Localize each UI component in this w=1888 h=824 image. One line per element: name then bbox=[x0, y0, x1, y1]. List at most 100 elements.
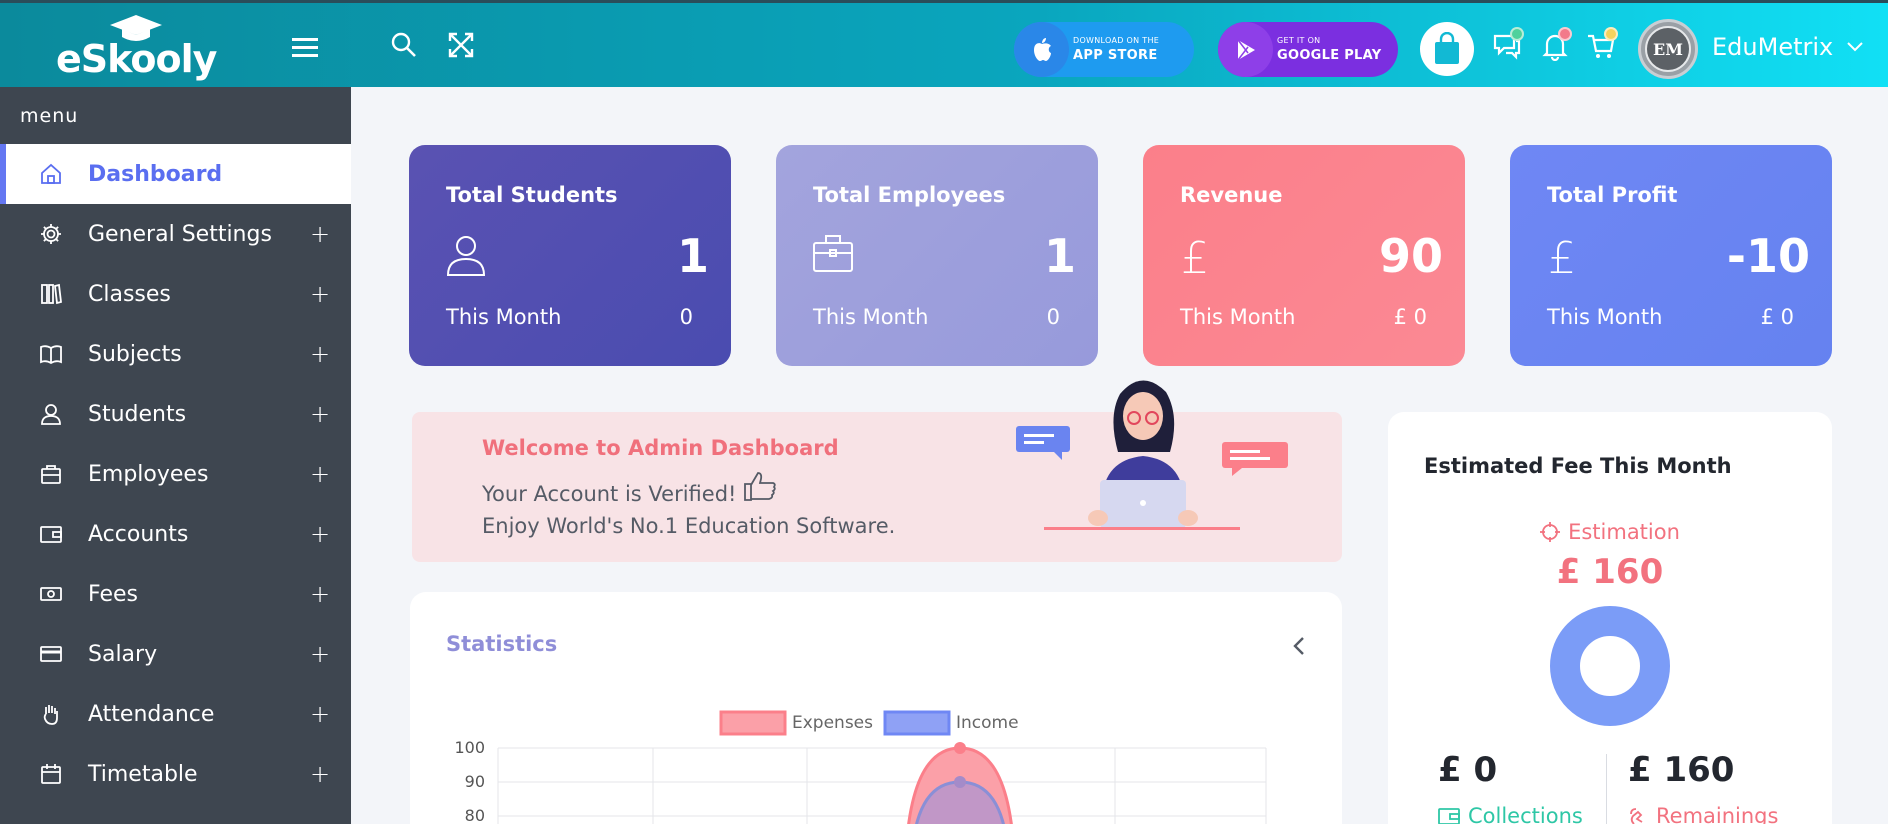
briefcase-icon bbox=[812, 233, 854, 277]
card-revenue[interactable]: Revenue £ 90 This Month £ 0 bbox=[1143, 145, 1465, 366]
app-store-button[interactable]: DOWNLOAD ON THE APP STORE bbox=[1014, 22, 1194, 77]
app-store-big-text: APP STORE bbox=[1073, 48, 1158, 63]
play-store-icon bbox=[1218, 22, 1273, 77]
wallet-icon bbox=[38, 521, 64, 547]
sidebar-item-fees[interactable]: Fees + bbox=[0, 564, 351, 624]
legend-swatch-expenses[interactable] bbox=[719, 710, 787, 736]
sidebar-item-label: Dashboard bbox=[88, 161, 223, 187]
search-icon[interactable] bbox=[390, 31, 418, 63]
expand-icon[interactable]: + bbox=[310, 520, 330, 548]
sidebar-item-label: Subjects bbox=[88, 341, 182, 367]
card-subtitle: This Month bbox=[1547, 305, 1663, 329]
admin-illustration bbox=[1016, 380, 1288, 530]
home-icon bbox=[38, 161, 64, 187]
y-tick-label: 100 bbox=[454, 738, 485, 757]
sidebar-item-label: Classes bbox=[88, 281, 171, 307]
legend-label-expenses: Expenses bbox=[792, 713, 873, 733]
welcome-title: Welcome to Admin Dashboard bbox=[482, 436, 839, 460]
pound-icon: £ bbox=[1548, 233, 1576, 284]
sidebar-menu-label: menu bbox=[20, 105, 79, 127]
legend-swatch-income[interactable] bbox=[883, 710, 951, 736]
notifications-button[interactable] bbox=[1540, 27, 1574, 65]
cart-button[interactable] bbox=[1586, 27, 1620, 65]
fee-title: Estimated Fee This Month bbox=[1424, 454, 1732, 478]
sidebar-item-subjects[interactable]: Subjects + bbox=[0, 324, 351, 384]
expand-icon[interactable]: + bbox=[310, 340, 330, 368]
card-icon bbox=[38, 641, 64, 667]
sidebar-item-attendance[interactable]: Attendance + bbox=[0, 684, 351, 744]
welcome-line-verified: Your Account is Verified! bbox=[482, 482, 737, 506]
collections-label: Collections bbox=[1468, 804, 1583, 824]
card-subvalue: 0 bbox=[1046, 305, 1060, 329]
expand-icon[interactable]: + bbox=[310, 580, 330, 608]
legend-label-income: Income bbox=[956, 713, 1019, 733]
card-title: Total Employees bbox=[813, 183, 1006, 207]
divider bbox=[1606, 754, 1607, 824]
google-play-button[interactable]: GET IT ON GOOGLE PLAY bbox=[1218, 22, 1398, 77]
user-name: EduMetrix bbox=[1712, 33, 1834, 61]
gear-icon bbox=[38, 221, 64, 247]
expand-icon[interactable]: + bbox=[310, 220, 330, 248]
user-icon bbox=[38, 401, 64, 427]
card-subvalue: £ 0 bbox=[1393, 305, 1427, 329]
expand-icon[interactable]: + bbox=[310, 640, 330, 668]
expand-icon[interactable]: + bbox=[310, 700, 330, 728]
card-total-profit[interactable]: Total Profit £ -10 This Month £ 0 bbox=[1510, 145, 1832, 366]
sidebar-item-salary[interactable]: Salary + bbox=[0, 624, 351, 684]
avatar[interactable]: EM bbox=[1638, 19, 1698, 79]
messages-button[interactable] bbox=[1492, 27, 1526, 65]
shopping-bag-button[interactable] bbox=[1420, 22, 1474, 76]
briefcase-icon bbox=[38, 461, 64, 487]
sidebar-item-classes[interactable]: Classes + bbox=[0, 264, 351, 324]
wallet-icon bbox=[1438, 808, 1460, 824]
shopping-bag-icon bbox=[1435, 32, 1459, 64]
expand-icon[interactable]: + bbox=[310, 280, 330, 308]
expand-icon[interactable]: + bbox=[310, 400, 330, 428]
eskooly-logo[interactable]: eSkooly bbox=[56, 13, 217, 83]
sidebar-item-students[interactable]: Students + bbox=[0, 384, 351, 444]
sidebar-item-label: Timetable bbox=[88, 761, 198, 787]
sidebar-item-label: Accounts bbox=[88, 521, 189, 547]
estimation-value: £ 160 bbox=[1556, 552, 1664, 592]
fullscreen-icon[interactable] bbox=[448, 32, 474, 62]
statistics-panel: Statistics Expenses Income 100 90 80 bbox=[410, 592, 1342, 824]
card-value: 1 bbox=[676, 229, 709, 283]
hamburger-menu-icon[interactable] bbox=[292, 37, 318, 63]
chart-grid bbox=[497, 747, 1267, 824]
sidebar-item-general-settings[interactable]: General Settings + bbox=[0, 204, 351, 264]
fee-donut-chart[interactable] bbox=[1548, 604, 1672, 728]
expand-icon[interactable]: + bbox=[310, 760, 330, 788]
collections-link[interactable]: Collections bbox=[1438, 804, 1583, 824]
collections-value: £ 0 bbox=[1438, 750, 1498, 790]
target-icon bbox=[1540, 522, 1561, 542]
card-subtitle: This Month bbox=[813, 305, 929, 329]
sidebar-item-accounts[interactable]: Accounts + bbox=[0, 504, 351, 564]
data-point-expenses[interactable] bbox=[954, 742, 966, 754]
sidebar-item-timetable[interactable]: Timetable + bbox=[0, 744, 351, 804]
logo-text: eSkooly bbox=[56, 37, 217, 81]
sidebar-item-label: General Settings bbox=[88, 221, 272, 247]
sidebar-item-dashboard[interactable]: Dashboard bbox=[0, 144, 351, 204]
sidebar-item-label: Fees bbox=[88, 581, 138, 607]
data-point-income[interactable] bbox=[954, 776, 966, 788]
card-title: Revenue bbox=[1180, 183, 1283, 207]
chevron-down-icon bbox=[1847, 42, 1863, 52]
calendar-icon bbox=[38, 761, 64, 787]
card-total-employees[interactable]: Total Employees 1 This Month 0 bbox=[776, 145, 1098, 366]
remainings-link[interactable]: Remainings bbox=[1628, 804, 1778, 824]
card-title: Total Students bbox=[446, 183, 618, 207]
pound-icon: £ bbox=[1181, 233, 1209, 284]
card-subtitle: This Month bbox=[1180, 305, 1296, 329]
card-value: 1 bbox=[1043, 229, 1076, 283]
user-menu[interactable]: EduMetrix bbox=[1712, 33, 1863, 61]
card-subvalue: 0 bbox=[679, 305, 693, 329]
expand-icon[interactable]: + bbox=[310, 460, 330, 488]
welcome-line-tagline: Enjoy World's No.1 Education Software. bbox=[482, 514, 896, 538]
apple-icon bbox=[1014, 22, 1069, 77]
sidebar-item-label: Attendance bbox=[88, 701, 215, 727]
sidebar-item-employees[interactable]: Employees + bbox=[0, 444, 351, 504]
app-store-small-text: DOWNLOAD ON THE bbox=[1073, 36, 1160, 45]
card-total-students[interactable]: Total Students 1 This Month 0 bbox=[409, 145, 731, 366]
statistics-chart: Expenses Income 100 90 80 bbox=[454, 710, 1267, 824]
top-header: eSkooly DOWNLOAD ON THE APP STORE GET IT… bbox=[0, 0, 1888, 87]
